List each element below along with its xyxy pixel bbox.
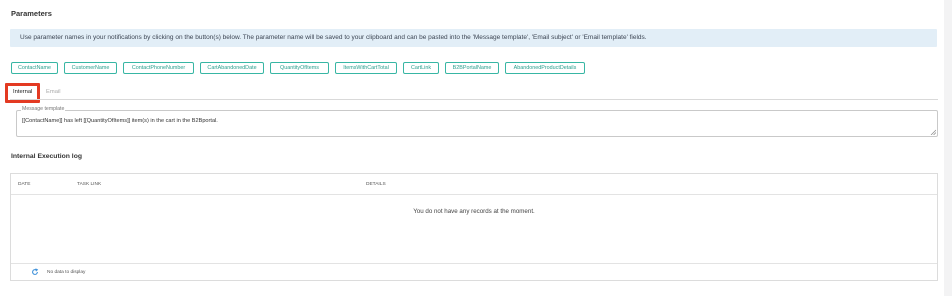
param-button-contact-name[interactable]: ContactName	[11, 62, 58, 74]
param-button-b2b-portal-name[interactable]: B2BPortalName	[445, 62, 499, 74]
param-button-quantity-of-items[interactable]: QuantityOfItems	[270, 62, 329, 74]
column-header-date[interactable]: DATE	[18, 182, 30, 187]
scroll-gutter	[944, 0, 952, 296]
param-button-cart-link[interactable]: CartLink	[403, 62, 439, 74]
message-template-label: Message template	[21, 106, 66, 112]
execution-log-grid: DATE TASK LINK DETAILS You do not have a…	[10, 173, 938, 281]
column-header-details[interactable]: DETAILS	[366, 182, 386, 187]
parameters-title: Parameters	[11, 9, 52, 18]
parameters-info-banner: Use parameter names in your notification…	[10, 29, 937, 47]
grid-header-divider	[11, 194, 937, 195]
tab-internal[interactable]: Internal	[13, 89, 32, 95]
tab-email[interactable]: Email	[46, 89, 61, 95]
refresh-icon[interactable]	[31, 268, 39, 276]
grid-footer-divider	[11, 263, 937, 264]
message-template-value[interactable]: [[ContactName]] has left [[QuantityOfIte…	[22, 118, 218, 124]
param-button-customer-name[interactable]: CustomerName	[64, 62, 117, 74]
param-button-cart-abandoned-date[interactable]: CartAbandonedDate	[200, 62, 264, 74]
column-header-task-link[interactable]: TASK LINK	[77, 182, 101, 187]
param-button-abandoned-product-details[interactable]: AbandonedProductDetails	[505, 62, 585, 74]
param-button-items-with-cart-total[interactable]: ItemsWithCartTotal	[335, 62, 397, 74]
notification-panel: Parameters Use parameter names in your n…	[0, 0, 944, 296]
empty-records-message: You do not have any records at the momen…	[413, 208, 535, 215]
tabs-divider	[10, 99, 938, 100]
execution-log-title: Internal Execution log	[11, 153, 82, 160]
param-button-contact-phone-number[interactable]: ContactPhoneNumber	[123, 62, 194, 74]
no-data-text: No data to display	[47, 270, 86, 275]
resize-handle-icon[interactable]	[930, 129, 936, 135]
